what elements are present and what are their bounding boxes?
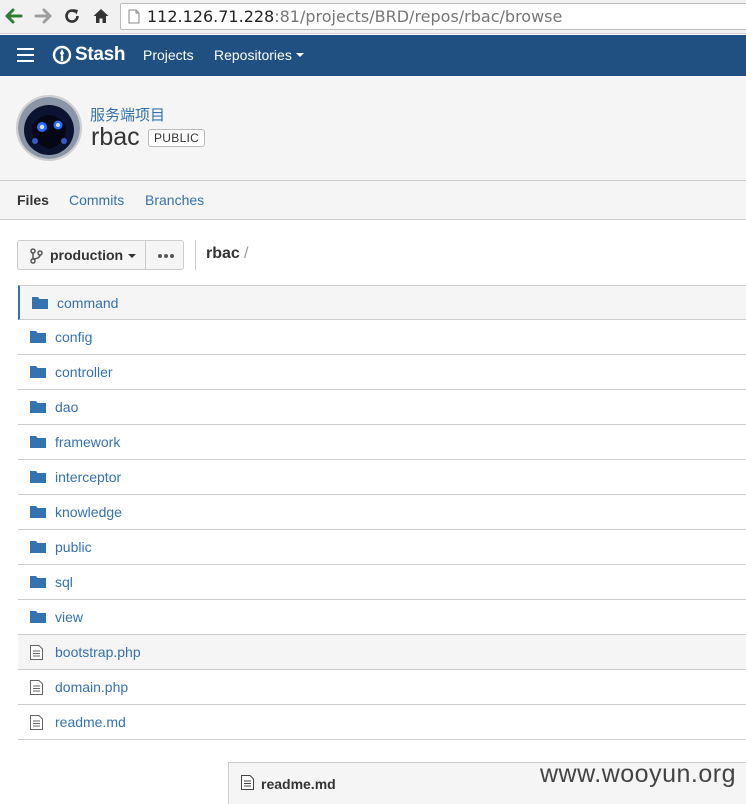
nav-repositories-label: Repositories xyxy=(214,47,292,63)
more-dot xyxy=(170,254,174,258)
chevron-down-icon xyxy=(128,254,136,258)
file-list: command config controller dao framework … xyxy=(18,285,746,740)
list-item[interactable]: domain.php xyxy=(18,670,746,705)
breadcrumb-separator: / xyxy=(244,245,249,262)
file-name[interactable]: framework xyxy=(55,434,120,450)
file-icon xyxy=(30,645,43,665)
app-header: Stash Projects Repositories xyxy=(0,35,746,76)
address-bar[interactable]: 112.126.71.228:81/projects/BRD/repos/rba… xyxy=(120,3,746,30)
file-name[interactable]: command xyxy=(57,295,118,311)
list-item[interactable]: command xyxy=(18,285,746,320)
list-item[interactable]: interceptor xyxy=(18,460,746,495)
file-name[interactable]: dao xyxy=(55,399,78,415)
file-name[interactable]: view xyxy=(55,609,83,625)
readme-title: readme.md xyxy=(261,776,336,792)
list-item[interactable]: controller xyxy=(18,355,746,390)
list-item[interactable]: public xyxy=(18,530,746,565)
browser-toolbar: 112.126.71.228:81/projects/BRD/repos/rba… xyxy=(0,0,746,34)
repo-name: rbac xyxy=(91,123,140,151)
file-name[interactable]: public xyxy=(55,539,92,555)
logo-text: Stash xyxy=(75,44,126,65)
watermark: www.wooyun.org xyxy=(540,760,736,788)
folder-icon xyxy=(30,470,46,488)
folder-icon xyxy=(30,575,46,593)
file-icon xyxy=(30,715,43,735)
folder-icon xyxy=(30,540,46,558)
list-item[interactable]: config xyxy=(18,320,746,355)
caret-down-icon xyxy=(295,53,304,58)
folder-icon xyxy=(30,435,46,453)
list-item[interactable]: sql xyxy=(18,565,746,600)
home-icon[interactable] xyxy=(91,6,111,26)
file-name[interactable]: domain.php xyxy=(55,679,128,695)
tab-files[interactable]: Files xyxy=(17,192,49,208)
file-name[interactable]: knowledge xyxy=(55,504,122,520)
tab-branches[interactable]: Branches xyxy=(145,192,204,208)
page-icon xyxy=(128,9,140,29)
more-actions-button[interactable] xyxy=(145,240,184,270)
file-icon xyxy=(30,680,43,700)
list-item[interactable]: view xyxy=(18,600,746,635)
url-path: :81/projects/BRD/repos/rbac/browse xyxy=(274,7,563,26)
stash-logo[interactable]: Stash xyxy=(52,44,126,66)
forward-arrow-icon[interactable] xyxy=(33,6,53,26)
nav-projects[interactable]: Projects xyxy=(143,47,194,63)
url-host: 112.126.71.228 xyxy=(147,7,275,26)
folder-icon xyxy=(30,505,46,523)
list-item[interactable]: framework xyxy=(18,425,746,460)
file-name[interactable]: controller xyxy=(55,364,113,380)
file-name[interactable]: config xyxy=(55,329,92,345)
file-name[interactable]: bootstrap.php xyxy=(55,644,141,660)
project-avatar[interactable] xyxy=(16,95,82,161)
more-dot xyxy=(158,254,162,258)
stash-logo-icon xyxy=(52,45,72,65)
toolbar-divider xyxy=(195,240,196,270)
list-item[interactable]: readme.md xyxy=(18,705,746,740)
branch-name: production xyxy=(50,247,124,263)
menu-icon[interactable] xyxy=(17,48,34,62)
nav-repositories[interactable]: Repositories xyxy=(214,47,304,63)
file-name[interactable]: sql xyxy=(55,574,73,590)
url-text: 112.126.71.228:81/projects/BRD/repos/rba… xyxy=(147,7,562,27)
folder-icon xyxy=(30,330,46,348)
public-badge: PUBLIC xyxy=(148,129,206,147)
folder-icon xyxy=(30,365,46,383)
folder-icon xyxy=(32,296,48,314)
breadcrumb-repo[interactable]: rbac xyxy=(206,245,240,263)
file-name[interactable]: readme.md xyxy=(55,714,126,730)
folder-icon xyxy=(30,400,46,418)
branch-icon xyxy=(29,248,43,269)
more-dot xyxy=(164,254,168,258)
reload-icon[interactable] xyxy=(62,6,82,26)
back-arrow-icon[interactable] xyxy=(4,6,24,26)
repo-tabs: Files Commits Branches xyxy=(0,181,746,220)
project-name-link[interactable]: 服务端项目 xyxy=(90,104,165,125)
tab-commits[interactable]: Commits xyxy=(69,192,124,208)
file-name[interactable]: interceptor xyxy=(55,469,121,485)
file-icon xyxy=(241,775,254,795)
repo-header: 服务端项目 rbac PUBLIC xyxy=(0,76,746,181)
branch-selector-button[interactable]: production xyxy=(17,240,146,270)
folder-icon xyxy=(30,610,46,628)
list-item[interactable]: knowledge xyxy=(18,495,746,530)
list-item[interactable]: bootstrap.php xyxy=(18,635,746,670)
list-item[interactable]: dao xyxy=(18,390,746,425)
